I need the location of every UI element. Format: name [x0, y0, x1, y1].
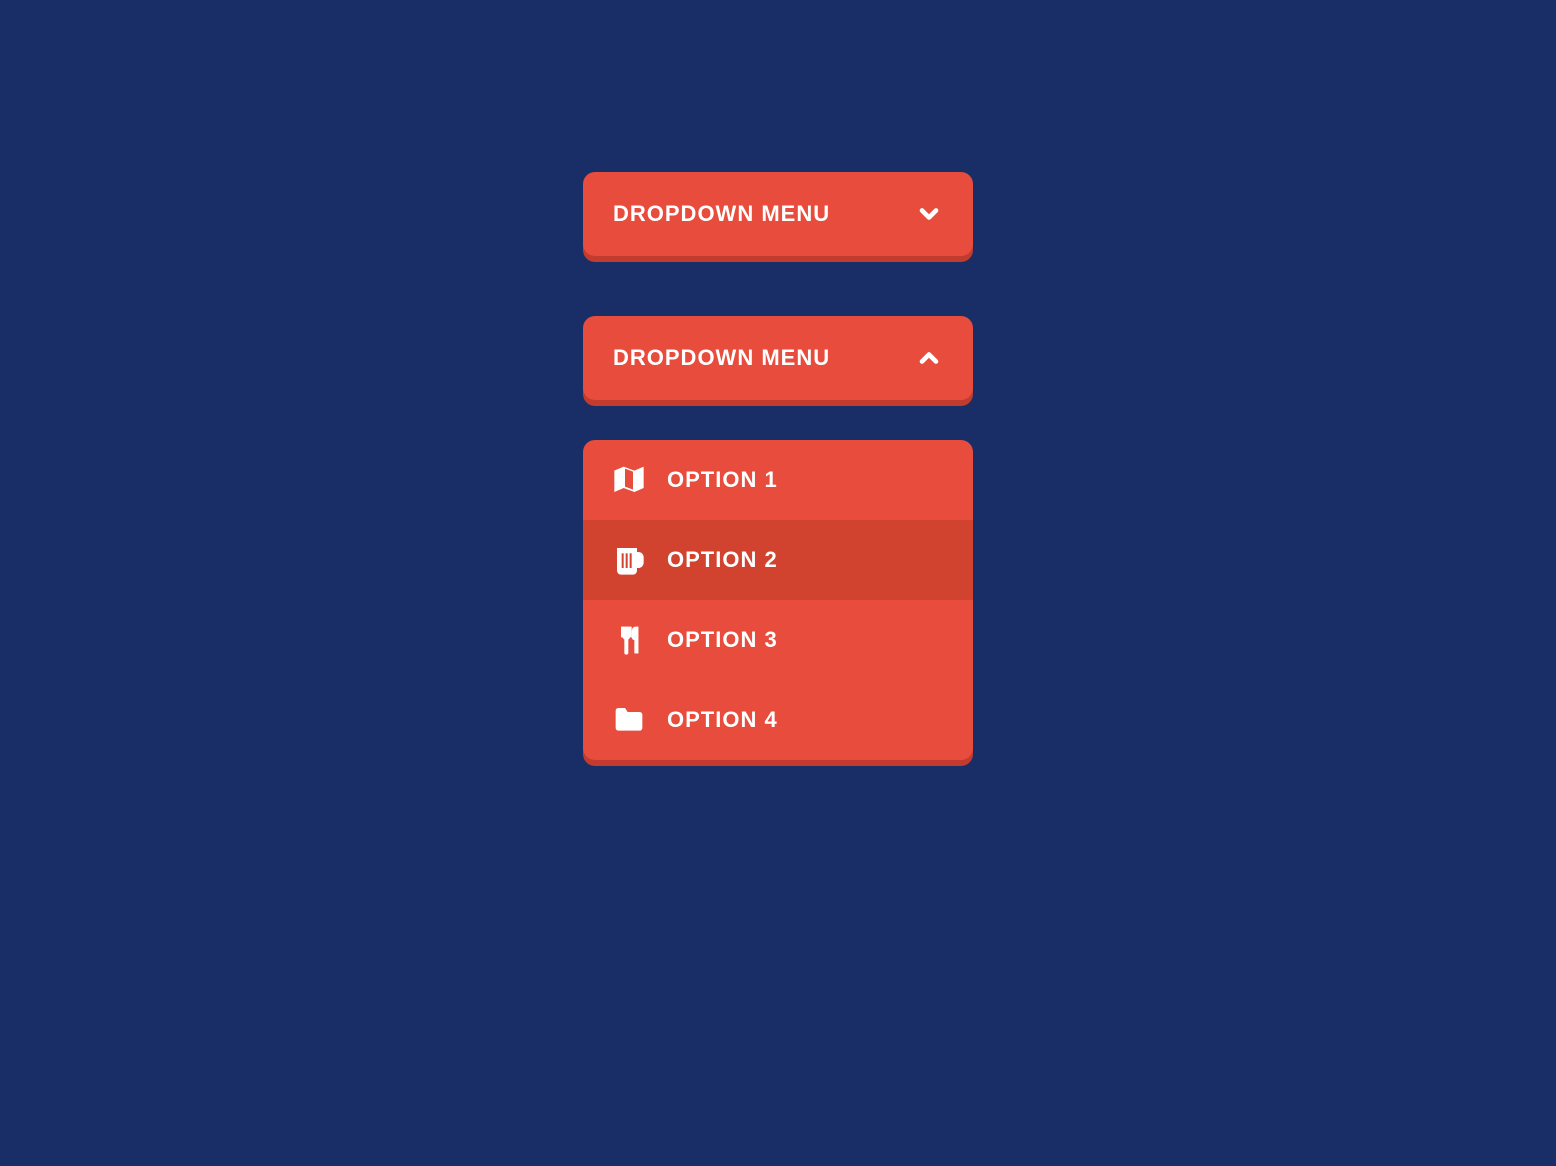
chevron-up-icon [915, 344, 943, 372]
dropdown-panel: OPTION 1 OPTION 2 [583, 440, 973, 760]
utensils-icon [613, 624, 645, 656]
chevron-down-icon [915, 200, 943, 228]
dropdown-option-2[interactable]: OPTION 2 [583, 520, 973, 600]
dropdown-option-3[interactable]: OPTION 3 [583, 600, 973, 680]
dropdown-label: DROPDOWN MENU [613, 201, 830, 227]
option-label: OPTION 2 [667, 547, 778, 573]
panel-arrow-icon [653, 440, 685, 442]
dropdown-option-1[interactable]: OPTION 1 [583, 440, 973, 520]
dropdown-toggle-button[interactable]: DROPDOWN MENU [583, 172, 973, 256]
dropdown-expanded: DROPDOWN MENU OPTION 1 [583, 316, 973, 760]
beer-icon [613, 544, 645, 576]
option-label: OPTION 3 [667, 627, 778, 653]
dropdown-label: DROPDOWN MENU [613, 345, 830, 371]
dropdown-option-4[interactable]: OPTION 4 [583, 680, 973, 760]
option-label: OPTION 1 [667, 467, 778, 493]
map-icon [613, 464, 645, 496]
option-label: OPTION 4 [667, 707, 778, 733]
folder-icon [613, 704, 645, 736]
dropdown-toggle-button[interactable]: DROPDOWN MENU [583, 316, 973, 400]
dropdown-collapsed: DROPDOWN MENU [583, 172, 973, 256]
